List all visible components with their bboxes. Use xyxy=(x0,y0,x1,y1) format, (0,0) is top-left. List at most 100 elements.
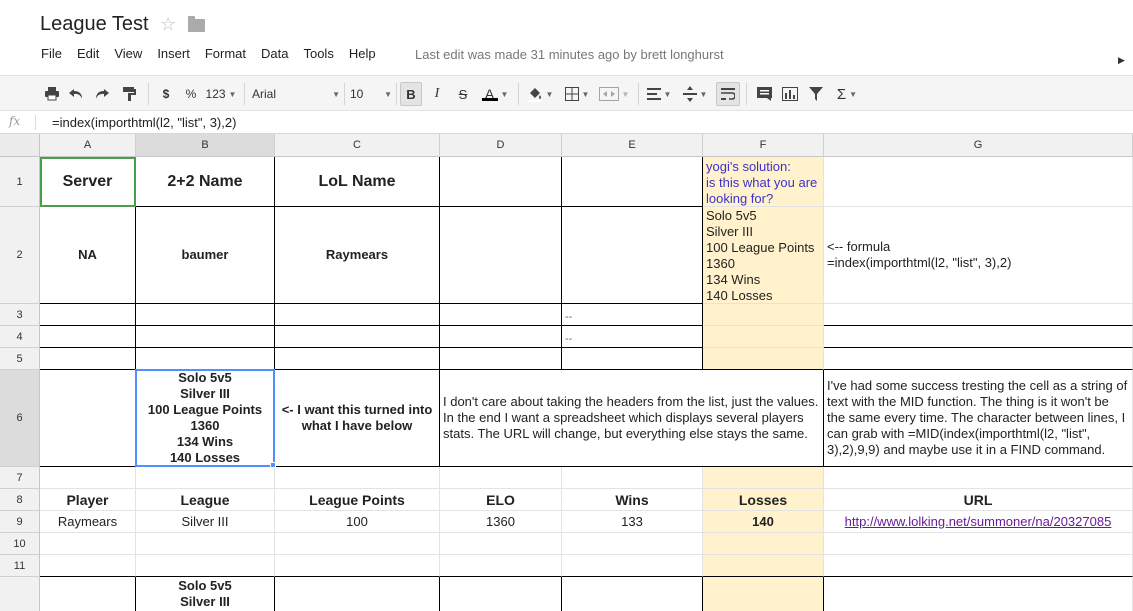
font-family-select[interactable]: Arial ▼ xyxy=(252,82,340,106)
row-header-12[interactable] xyxy=(0,577,40,611)
more-formats-button[interactable]: 123 ▼ xyxy=(204,82,238,106)
cell-d2[interactable] xyxy=(440,207,562,304)
formula-input[interactable]: =index(importhtml(l2, "list", 3),2) xyxy=(52,115,236,130)
cell-e12[interactable] xyxy=(562,577,703,611)
strikethrough-button[interactable]: S xyxy=(454,82,472,106)
cell-f8[interactable]: Losses xyxy=(703,489,824,511)
cell-d12[interactable] xyxy=(440,577,562,611)
cell-c10[interactable] xyxy=(275,533,440,555)
menu-data[interactable]: Data xyxy=(261,46,288,61)
col-header-c[interactable]: C xyxy=(275,134,440,157)
cell-a4[interactable] xyxy=(40,326,136,348)
cell-g1[interactable] xyxy=(824,157,1133,207)
cell-a9[interactable]: Raymears xyxy=(40,511,136,533)
cell-c7[interactable] xyxy=(275,467,440,489)
wrap-text-button[interactable] xyxy=(716,82,740,106)
expand-right-icon[interactable]: ▶ xyxy=(1118,55,1125,66)
row-header-5[interactable]: 5 xyxy=(0,348,40,370)
select-all-corner[interactable] xyxy=(0,134,40,157)
cell-e11[interactable] xyxy=(562,555,703,577)
cell-a3[interactable] xyxy=(40,304,136,326)
cell-a11[interactable] xyxy=(40,555,136,577)
cell-e2[interactable] xyxy=(562,207,703,304)
cell-d7[interactable] xyxy=(440,467,562,489)
row-header-8[interactable]: 8 xyxy=(0,489,40,511)
cell-d8[interactable]: ELO xyxy=(440,489,562,511)
font-size-select[interactable]: 10 ▼ xyxy=(350,82,392,106)
row-header-2[interactable]: 2 xyxy=(0,207,40,304)
cell-b7[interactable] xyxy=(136,467,275,489)
doc-title[interactable]: League Test xyxy=(40,13,149,36)
cell-g12[interactable] xyxy=(824,577,1133,611)
italic-button[interactable]: I xyxy=(428,82,446,106)
cell-b2[interactable]: baumer xyxy=(136,207,275,304)
row-header-3[interactable]: 3 xyxy=(0,304,40,326)
cell-d6[interactable]: I don't care about taking the headers fr… xyxy=(440,370,824,467)
col-header-g[interactable]: G xyxy=(824,134,1133,157)
cell-g7[interactable] xyxy=(824,467,1133,489)
cell-f1[interactable]: yogi's solution: is this what you are lo… xyxy=(703,157,824,207)
cell-f9[interactable]: 140 xyxy=(703,511,824,533)
col-header-a[interactable]: A xyxy=(40,134,136,157)
cell-d10[interactable] xyxy=(440,533,562,555)
vertical-align-button[interactable]: ▼ xyxy=(680,82,710,106)
cell-e10[interactable] xyxy=(562,533,703,555)
text-color-button[interactable]: A ▼ xyxy=(478,82,512,106)
cell-a10[interactable] xyxy=(40,533,136,555)
cell-g2[interactable]: <-- formula =index(importhtml(l2, "list"… xyxy=(824,207,1133,304)
cell-c5[interactable] xyxy=(275,348,440,370)
col-header-d[interactable]: D xyxy=(440,134,562,157)
cell-e8[interactable]: Wins xyxy=(562,489,703,511)
cell-f5[interactable] xyxy=(703,348,824,370)
cell-d5[interactable] xyxy=(440,348,562,370)
cell-d9[interactable]: 1360 xyxy=(440,511,562,533)
insert-comment-icon[interactable] xyxy=(754,82,774,106)
cell-g9[interactable]: http://www.lolking.net/summoner/na/20327… xyxy=(824,511,1133,533)
col-header-e[interactable]: E xyxy=(562,134,703,157)
row-header-4[interactable]: 4 xyxy=(0,326,40,348)
cell-a2[interactable]: NA xyxy=(40,207,136,304)
percent-button[interactable]: % xyxy=(182,82,200,106)
cell-e7[interactable] xyxy=(562,467,703,489)
cell-b10[interactable] xyxy=(136,533,275,555)
row-header-6[interactable]: 6 xyxy=(0,370,40,467)
row-header-1[interactable]: 1 xyxy=(0,157,40,207)
cell-f7[interactable] xyxy=(703,467,824,489)
cell-c6[interactable]: <- I want this turned into what I have b… xyxy=(275,370,440,467)
fill-color-button[interactable]: ▼ xyxy=(524,82,556,106)
cell-a8[interactable]: Player xyxy=(40,489,136,511)
currency-button[interactable]: $ xyxy=(158,82,174,106)
folder-icon[interactable] xyxy=(188,16,205,32)
merge-cells-button[interactable]: ▼ xyxy=(596,82,632,106)
cell-b1[interactable]: 2+2 Name xyxy=(136,157,275,207)
cell-c2[interactable]: Raymears xyxy=(275,207,440,304)
row-header-10[interactable]: 10 xyxy=(0,533,40,555)
menu-edit[interactable]: Edit xyxy=(77,46,99,61)
cell-a7[interactable] xyxy=(40,467,136,489)
cell-e9[interactable]: 133 xyxy=(562,511,703,533)
cell-a5[interactable] xyxy=(40,348,136,370)
cell-e3[interactable]: -- xyxy=(562,304,703,326)
cell-b4[interactable] xyxy=(136,326,275,348)
cell-f3[interactable] xyxy=(703,304,824,326)
print-icon[interactable] xyxy=(42,82,62,106)
cell-c9[interactable]: 100 xyxy=(275,511,440,533)
cell-e1[interactable] xyxy=(562,157,703,207)
cell-f2[interactable]: Solo 5v5 Silver III 100 League Points 13… xyxy=(703,207,824,304)
insert-chart-icon[interactable] xyxy=(780,82,800,106)
align-button[interactable]: ▼ xyxy=(644,82,674,106)
fill-handle[interactable] xyxy=(270,462,276,468)
cell-g5[interactable] xyxy=(824,348,1133,370)
paint-format-icon[interactable] xyxy=(119,82,139,106)
cell-g6[interactable]: I've had some success tresting the cell … xyxy=(824,370,1133,467)
cell-b5[interactable] xyxy=(136,348,275,370)
cell-d1[interactable] xyxy=(440,157,562,207)
cell-e4[interactable]: -- xyxy=(562,326,703,348)
cell-c1[interactable]: LoL Name xyxy=(275,157,440,207)
menu-tools[interactable]: Tools xyxy=(303,46,333,61)
cell-a6[interactable] xyxy=(40,370,136,467)
cell-b9[interactable]: Silver III xyxy=(136,511,275,533)
cell-b6[interactable]: Solo 5v5 Silver III 100 League Points 13… xyxy=(136,370,275,467)
col-header-b[interactable]: B xyxy=(136,134,275,157)
cell-b12[interactable]: Solo 5v5 Silver III xyxy=(136,577,275,611)
